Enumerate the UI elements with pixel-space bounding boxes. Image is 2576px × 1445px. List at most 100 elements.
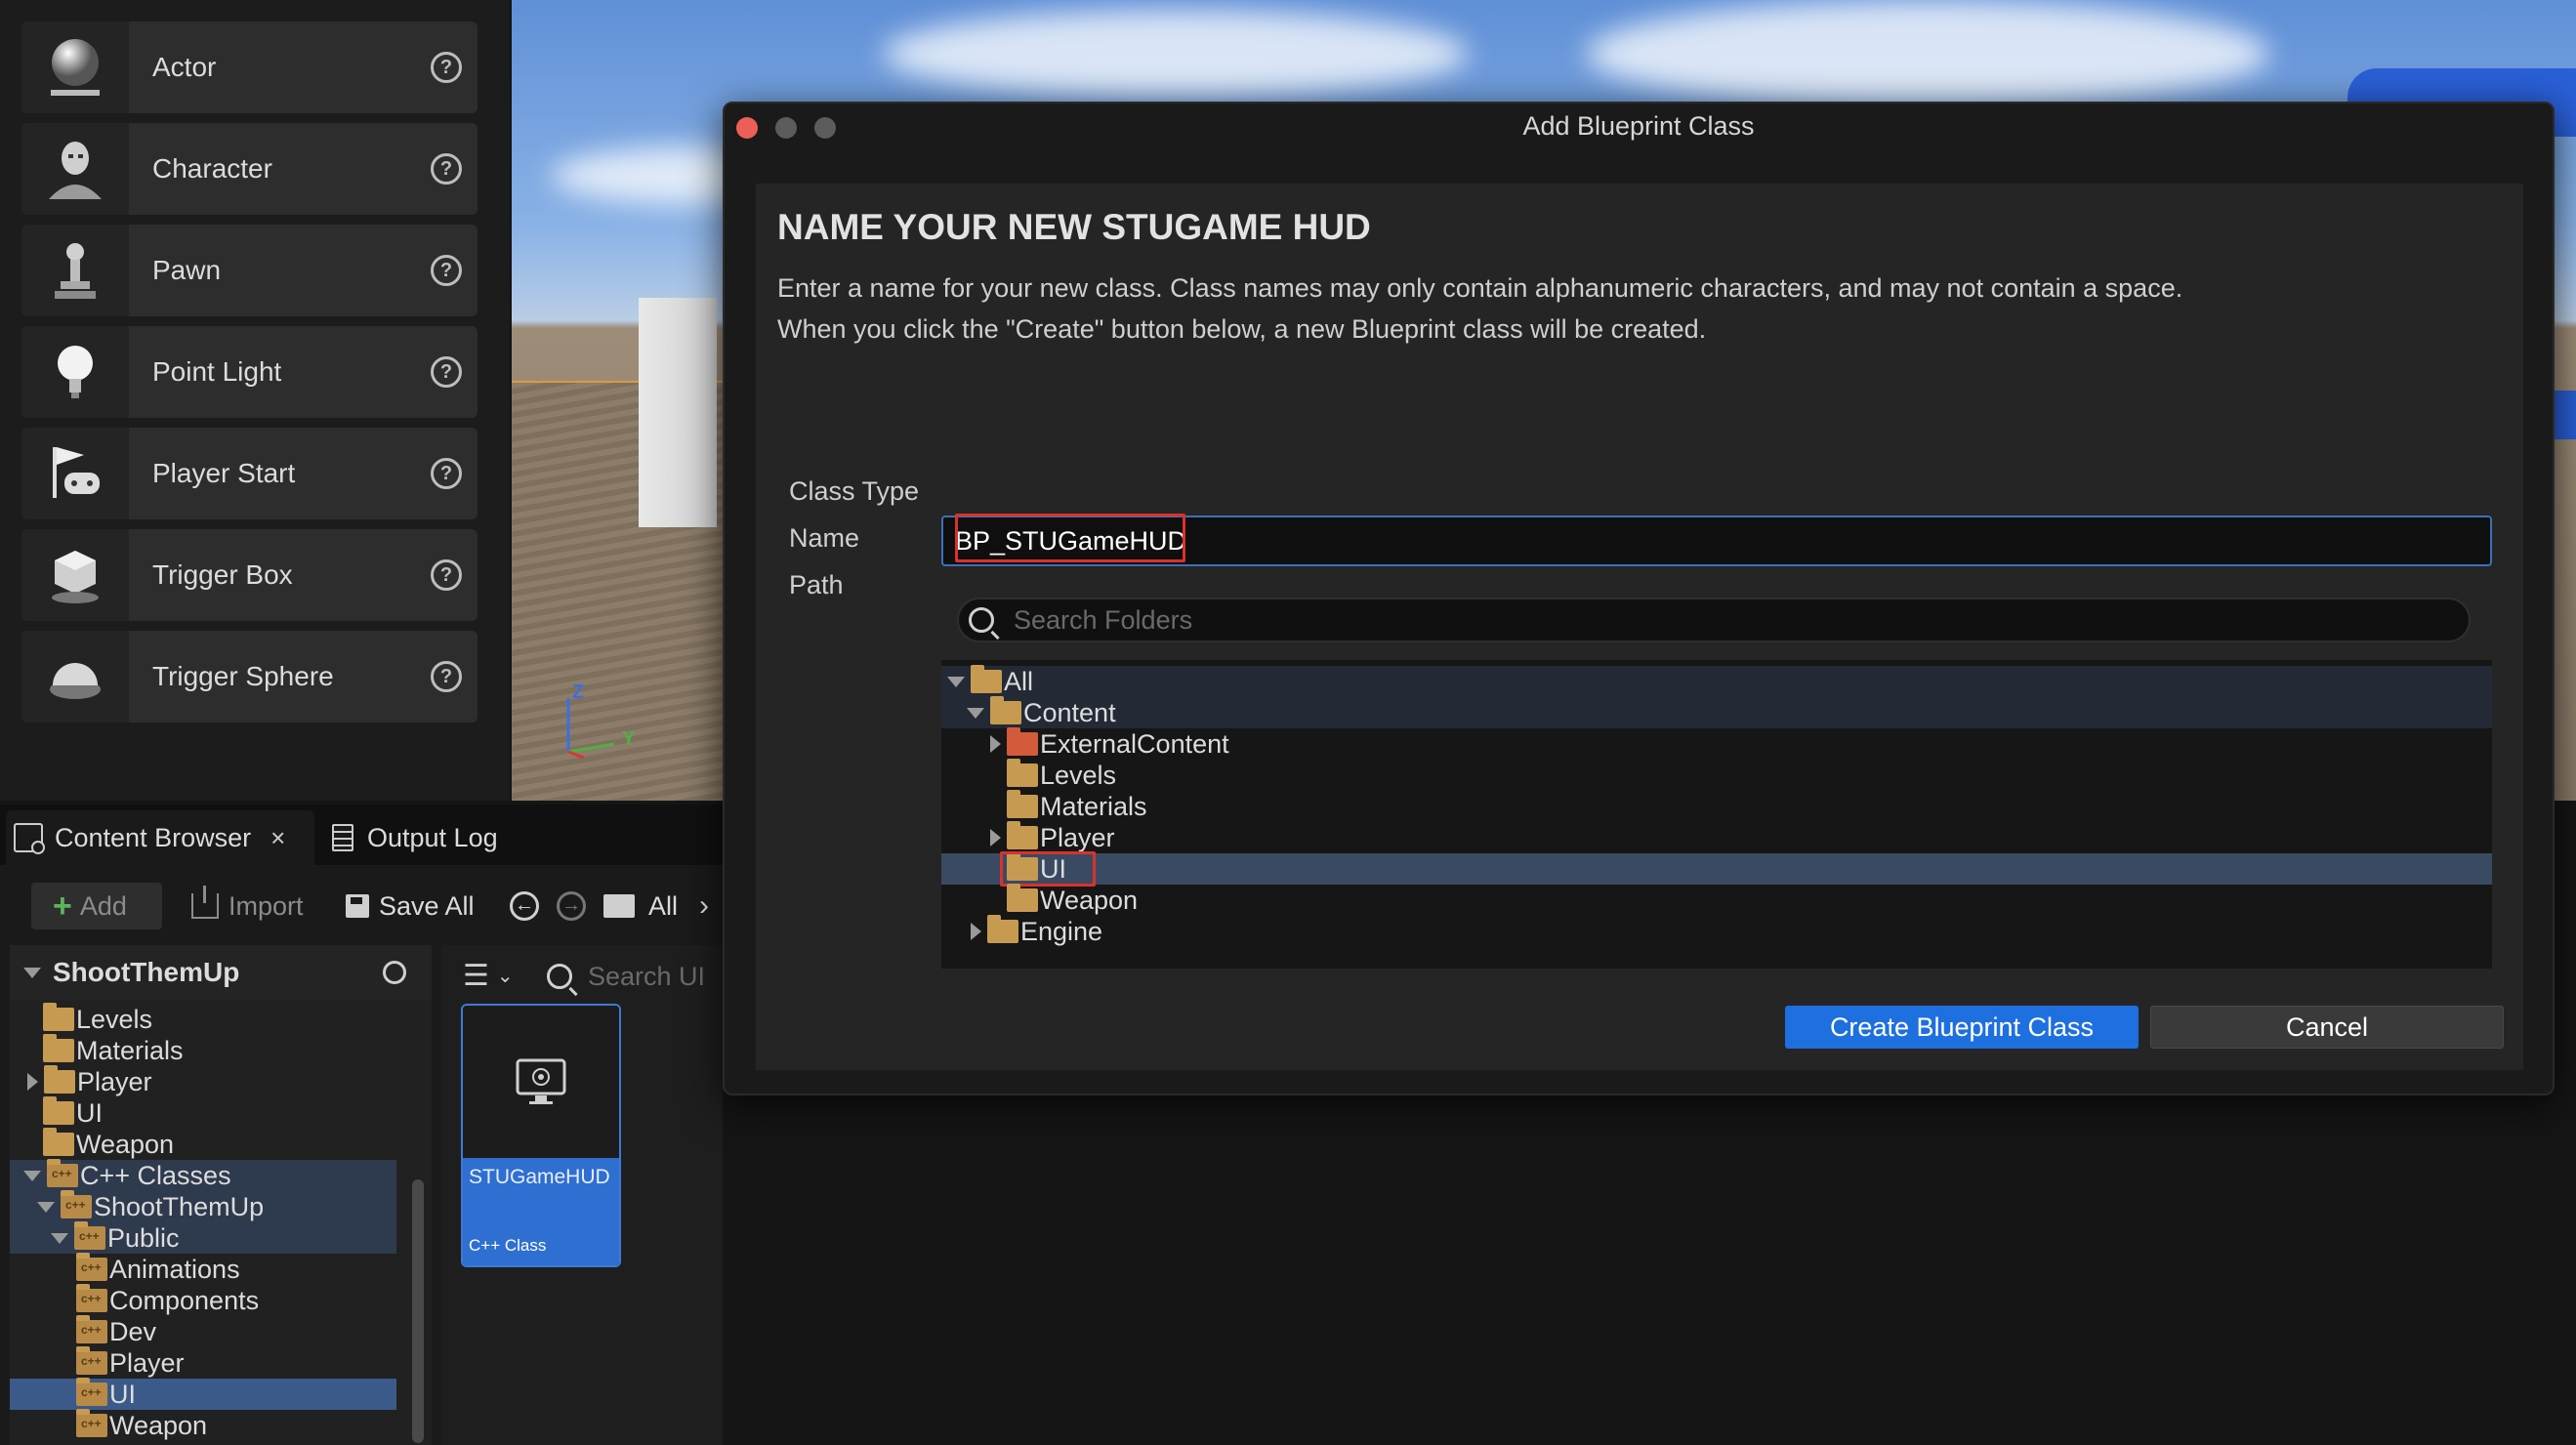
folder-icon	[1007, 790, 1038, 818]
tree-item-weapon-cpp[interactable]: Weapon	[10, 1409, 396, 1441]
content-browser-icon	[14, 823, 45, 854]
chevron-right-icon	[990, 735, 1001, 753]
tree-item-label: Dev	[109, 1316, 157, 1346]
folder-item-label: Levels	[1040, 760, 1117, 790]
asset-info: STUGameHUD C++ Class	[463, 1158, 619, 1265]
folder-search-input[interactable]: Search Folders	[957, 598, 2471, 642]
path-breadcrumb[interactable]: All ›	[603, 883, 709, 929]
import-button[interactable]: Import	[191, 883, 304, 929]
folder-item-materials[interactable]: Materials	[941, 790, 2492, 822]
tree-item-dev[interactable]: Dev	[10, 1315, 396, 1347]
folder-item-label: Engine	[1020, 916, 1103, 946]
folder-icon	[43, 1128, 74, 1156]
dialog-body: NAME YOUR NEW STUGAME HUD Enter a name f…	[756, 184, 2523, 1070]
help-icon[interactable]: ?	[431, 458, 462, 489]
help-icon[interactable]: ?	[431, 153, 462, 185]
tree-item-label: Animations	[109, 1254, 240, 1284]
actor-item-point-light[interactable]: Point Light ?	[21, 326, 478, 418]
tree-item-label: UI	[109, 1379, 136, 1409]
folder-item-content[interactable]: Content	[941, 696, 2492, 728]
folder-item-engine[interactable]: Engine	[941, 915, 2492, 947]
tree-item-ui[interactable]: UI	[10, 1096, 396, 1129]
tab-content-browser-label: Content Browser	[55, 822, 252, 852]
tab-output-log[interactable]: Output Log	[332, 810, 566, 865]
tree-item-components[interactable]: Components	[10, 1284, 396, 1316]
help-icon[interactable]: ?	[431, 559, 462, 591]
tree-item-label: Public	[107, 1222, 180, 1253]
player-start-icon	[21, 428, 129, 519]
sources-title: ShootThemUp	[53, 957, 240, 987]
tree-item-materials[interactable]: Materials	[10, 1034, 396, 1066]
help-icon[interactable]: ?	[431, 255, 462, 286]
actor-item-trigger-sphere[interactable]: Trigger Sphere ?	[21, 631, 478, 722]
history-back-button[interactable]: ←	[510, 883, 539, 929]
filter-icon: ☰	[463, 960, 489, 992]
tree-item-label: Weapon	[109, 1410, 208, 1440]
actor-item-pawn[interactable]: Pawn ?	[21, 225, 478, 316]
cpp-folder-icon	[76, 1346, 107, 1375]
actor-item-label: Trigger Box	[152, 559, 293, 590]
add-button[interactable]: + Add	[31, 883, 162, 929]
folder-item-levels[interactable]: Levels	[941, 759, 2492, 791]
actor-item-trigger-box[interactable]: Trigger Box ?	[21, 529, 478, 621]
dialog-heading: NAME YOUR NEW STUGAME HUD	[777, 207, 1371, 247]
chevron-right-icon: ›	[699, 889, 710, 922]
chevron-right-icon	[990, 829, 1001, 846]
tree-item-label: Levels	[76, 1004, 153, 1034]
cancel-button[interactable]: Cancel	[2150, 1006, 2504, 1049]
actor-item-player-start[interactable]: Player Start ?	[21, 428, 478, 519]
folder-item-label: ExternalContent	[1040, 728, 1229, 759]
output-log-icon	[332, 824, 353, 851]
cpp-folder-icon	[47, 1159, 78, 1187]
tree-item-label: Materials	[76, 1035, 184, 1065]
cpp-folder-icon	[74, 1221, 105, 1250]
chevron-down-icon	[947, 676, 965, 687]
name-highlight-box	[955, 514, 1185, 562]
folder-item-label: Weapon	[1040, 885, 1139, 915]
tree-item-label: Weapon	[76, 1129, 175, 1159]
tree-item-cpp-classes[interactable]: C++ Classes	[10, 1159, 396, 1191]
dialog-titlebar[interactable]: Add Blueprint Class	[725, 103, 2553, 150]
tree-item-label: Player	[77, 1066, 152, 1096]
folder-item-all[interactable]: All	[941, 665, 2492, 697]
folder-icon	[44, 1065, 75, 1094]
folder-item-label: Player	[1040, 822, 1115, 852]
folder-item-ui[interactable]: UI	[941, 852, 2492, 885]
tree-item-levels[interactable]: Levels	[10, 1003, 396, 1035]
asset-name: STUGameHUD	[469, 1166, 610, 1188]
filter-button[interactable]: ☰ ⌄	[463, 959, 514, 993]
tree-item-shootthemup[interactable]: ShootThemUp	[10, 1190, 396, 1222]
asset-tile-stugamehud[interactable]: STUGameHUD C++ Class	[461, 1004, 621, 1267]
history-forward-button[interactable]: →	[557, 883, 586, 929]
close-icon[interactable]: ×	[270, 823, 285, 853]
cpp-folder-icon	[76, 1315, 107, 1343]
description-line-1: Enter a name for your new class. Class n…	[777, 273, 2183, 303]
tab-content-browser[interactable]: Content Browser ×	[6, 810, 314, 865]
asset-view: ☰ ⌄ Search UI STUGameHUD C++ Class	[441, 945, 723, 1445]
search-icon[interactable]	[383, 961, 406, 984]
tree-item-player[interactable]: Player	[10, 1065, 396, 1097]
asset-search-input[interactable]: Search UI	[547, 957, 723, 996]
actor-item-actor[interactable]: Actor ?	[21, 21, 478, 113]
tree-item-weapon[interactable]: Weapon	[10, 1128, 396, 1160]
folder-icon	[1007, 884, 1038, 912]
actor-item-character[interactable]: Character ?	[21, 123, 478, 215]
folder-item-externalcontent[interactable]: ExternalContent	[941, 727, 2492, 760]
folder-item-player[interactable]: Player	[941, 821, 2492, 853]
name-label: Name	[789, 523, 860, 553]
help-icon[interactable]: ?	[431, 661, 462, 692]
tree-item-public[interactable]: Public	[10, 1221, 396, 1254]
tree-scrollbar[interactable]	[412, 1179, 424, 1443]
tree-item-ui-cpp[interactable]: UI	[10, 1378, 396, 1410]
content-browser-toolbar: + Add Import Save All ← → All ›	[0, 869, 723, 941]
sources-header[interactable]: ShootThemUp	[10, 945, 432, 1000]
create-button-label: Create Blueprint Class	[1829, 1012, 2095, 1042]
tree-item-animations[interactable]: Animations	[10, 1253, 396, 1285]
help-icon[interactable]: ?	[431, 52, 462, 83]
save-all-button[interactable]: Save All	[346, 883, 475, 929]
tree-item-player-cpp[interactable]: Player	[10, 1346, 396, 1379]
create-blueprint-class-button[interactable]: Create Blueprint Class	[1785, 1006, 2139, 1049]
trigger-sphere-icon	[21, 631, 129, 722]
folder-item-weapon[interactable]: Weapon	[941, 884, 2492, 916]
help-icon[interactable]: ?	[431, 356, 462, 388]
